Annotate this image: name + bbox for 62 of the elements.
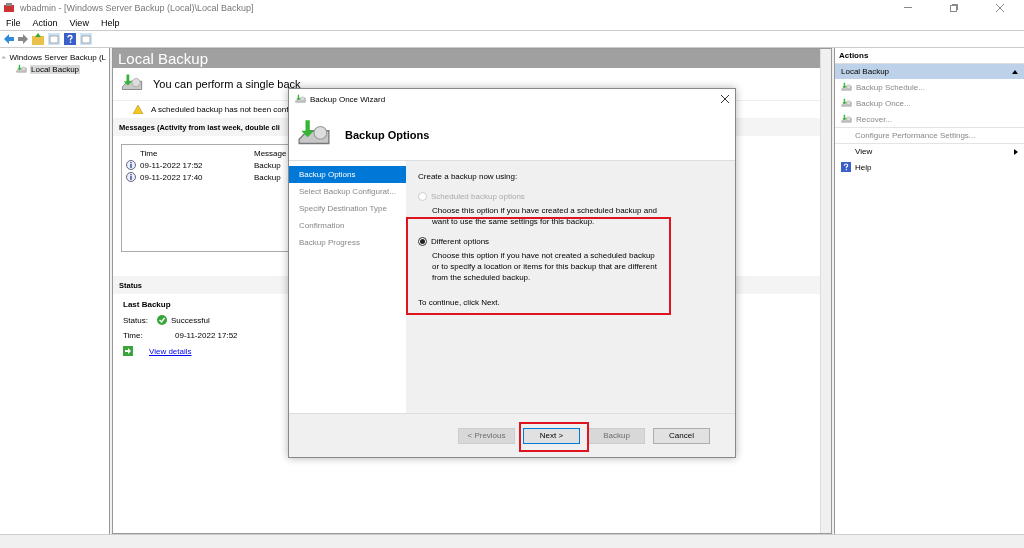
scrollbar[interactable] — [820, 49, 831, 533]
prompt-text: Create a backup now using: — [418, 171, 519, 182]
menu-item[interactable]: View — [69, 18, 89, 28]
pane-command[interactable]: Backup Schedule... — [856, 82, 1018, 92]
help-icon[interactable] — [64, 33, 76, 45]
app-icon — [4, 3, 14, 13]
collapse-icon[interactable] — [1012, 69, 1018, 74]
menu-item[interactable]: Help — [100, 18, 120, 28]
tree-item[interactable]: Local Backup — [30, 64, 81, 74]
minimize-icon[interactable] — [904, 7, 912, 9]
close-icon[interactable] — [721, 95, 729, 103]
warning-icon — [133, 105, 143, 114]
pane-command[interactable]: Help — [855, 162, 1018, 172]
table-cell-text: Backup — [254, 172, 282, 182]
column-header[interactable]: Message — [254, 148, 288, 158]
field-label: Time: — [123, 331, 144, 340]
window-title: wbadmin - [Windows Server Backup (Local)\Local Backup] — [20, 3, 255, 13]
help-icon — [841, 162, 851, 172]
wizard-step: Specify Destination Type — [289, 200, 406, 217]
hint-text: To continue, click Next. — [418, 297, 501, 308]
submenu-arrow-icon — [1014, 148, 1018, 155]
field-label: Status: — [123, 315, 149, 325]
back-icon[interactable] — [4, 34, 14, 44]
radio-button[interactable]: Different options — [418, 235, 723, 247]
wizard-step: Confirmation — [289, 217, 406, 234]
tree-item[interactable]: Windows Server Backup (L — [8, 52, 107, 62]
group-title: Local Backup — [841, 67, 890, 76]
highlight-frame — [519, 422, 589, 452]
info-icon — [126, 172, 136, 182]
wizard-step: Backup Options — [289, 166, 406, 183]
menu-item[interactable]: Action — [32, 18, 58, 28]
check-icon — [157, 315, 167, 325]
pane-command[interactable]: Configure Performance Settings... — [841, 131, 1018, 140]
pane-command[interactable]: View — [841, 147, 1010, 156]
arrow-icon — [123, 346, 133, 356]
forward-icon[interactable] — [18, 34, 28, 44]
wizard-button[interactable]: Next > — [523, 427, 580, 444]
wizard-button[interactable]: Cancel — [653, 427, 710, 444]
menu-item[interactable]: File — [6, 18, 21, 28]
maximize-icon[interactable] — [950, 4, 958, 12]
subsection-title: Last Backup — [123, 300, 171, 309]
pane-command[interactable]: Backup Once... — [856, 98, 1018, 108]
dialog-title: Backup Once Wizard — [310, 94, 387, 104]
table-cell-text: 09-11-2022 17:40 — [140, 172, 204, 182]
intro-text: You can perform a single back — [153, 78, 301, 90]
table-cell-text: 09-11-2022 17:52 — [140, 160, 204, 170]
column-header[interactable]: Time — [140, 148, 254, 158]
wizard-step: Select Backup Configurat... — [289, 183, 406, 200]
table-cell-text: Backup — [254, 160, 282, 170]
pane-title: Local Backup — [113, 49, 820, 68]
wizard-step: Backup Progress — [289, 234, 406, 251]
warning-text: A scheduled backup has not been conf — [151, 105, 289, 114]
folder-up-icon[interactable] — [32, 33, 44, 45]
field-value: Successful — [171, 315, 210, 325]
view-details-link[interactable]: View details — [149, 346, 192, 356]
option-description: Choose this option if you have created a scheduled backup and want to use the same settings for this backup. — [431, 205, 658, 227]
info-icon — [126, 160, 136, 170]
dialog-heading: Backup Options — [345, 128, 430, 141]
pane-command[interactable]: Recover... — [856, 114, 1018, 124]
pane-icon[interactable] — [80, 33, 92, 45]
pane-icon[interactable] — [48, 33, 60, 45]
field-value: 09-11-2022 17:52 — [175, 331, 238, 340]
